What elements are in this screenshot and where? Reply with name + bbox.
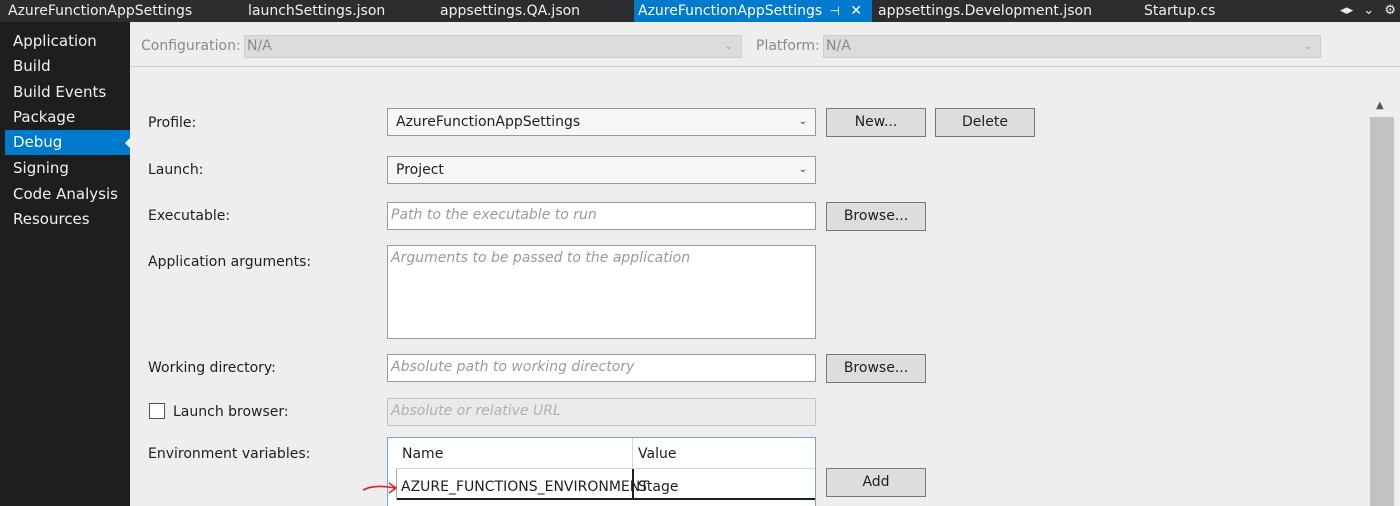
column-header-name[interactable]: Name bbox=[402, 446, 443, 462]
table-row[interactable]: AZURE_FUNCTIONS_ENVIRONMENT Stage bbox=[396, 469, 815, 500]
platform-select[interactable]: N/A ⌄ bbox=[823, 35, 1321, 58]
sidebar-item-label: Code Analysis bbox=[13, 185, 118, 203]
profile-value: AzureFunctionAppSettings bbox=[396, 114, 581, 130]
chevron-down-icon: ⌄ bbox=[798, 164, 807, 175]
property-pages-sidebar: Application Build Build Events Package D… bbox=[0, 22, 131, 506]
working-directory-label: Working directory: bbox=[148, 360, 276, 376]
sidebar-item-label: Application bbox=[13, 32, 97, 50]
tab-label: appsettings.QA.json bbox=[440, 3, 581, 19]
configuration-bar: Configuration: N/A ⌄ Platform: N/A ⌄ bbox=[130, 22, 1400, 67]
sidebar-item-label: Build bbox=[13, 57, 51, 75]
close-icon[interactable]: ✕ bbox=[850, 0, 862, 22]
tab-launchsettings[interactable]: launchSettings.json bbox=[240, 0, 432, 22]
tab-label: AzureFunctionAppSettings bbox=[8, 3, 193, 19]
configuration-value: N/A bbox=[247, 38, 272, 54]
chevron-down-icon: ⌄ bbox=[1303, 41, 1312, 52]
environment-variables-grid: Name Value AZURE_FUNCTIONS_ENVIRONMENT S… bbox=[387, 437, 816, 506]
add-env-variable-button[interactable]: Add bbox=[826, 468, 926, 497]
sidebar-item-label: Build Events bbox=[13, 83, 107, 101]
executable-placeholder: Path to the executable to run bbox=[391, 207, 597, 223]
delete-profile-button[interactable]: Delete bbox=[935, 108, 1035, 137]
launch-url-placeholder: Absolute or relative URL bbox=[391, 403, 561, 419]
vertical-scrollbar[interactable]: ▲ bbox=[1370, 100, 1394, 506]
tab-appsettings-qa[interactable]: appsettings.QA.json bbox=[432, 0, 634, 22]
tab-azurefunctionappsettings-1[interactable]: AzureFunctionAppSettings bbox=[0, 0, 240, 22]
executable-label: Executable: bbox=[148, 208, 231, 224]
sidebar-item-signing[interactable]: Signing bbox=[5, 156, 130, 181]
launch-browser-label: Launch browser: bbox=[173, 404, 289, 420]
profile-label: Profile: bbox=[148, 115, 197, 131]
annotation-arrow-icon bbox=[362, 482, 398, 494]
grid-header: Name Value bbox=[396, 438, 815, 469]
sidebar-item-label: Package bbox=[13, 108, 76, 126]
sidebar-item-label: Signing bbox=[13, 159, 69, 177]
environment-variables-label: Environment variables: bbox=[148, 446, 311, 462]
executable-input[interactable]: Path to the executable to run bbox=[387, 202, 816, 230]
scroll-up-icon[interactable]: ▲ bbox=[1376, 100, 1384, 111]
tab-label: AzureFunctionAppSettings bbox=[638, 3, 823, 19]
tab-appsettings-development[interactable]: appsettings.Development.json bbox=[872, 0, 1140, 22]
launch-label: Launch: bbox=[148, 162, 204, 178]
tab-label: Startup.cs bbox=[1144, 3, 1216, 19]
browse-executable-button[interactable]: Browse... bbox=[826, 202, 926, 231]
platform-value: N/A bbox=[826, 38, 851, 54]
column-divider bbox=[632, 469, 634, 500]
env-var-value-cell[interactable]: Stage bbox=[638, 479, 678, 495]
sidebar-item-label: Resources bbox=[13, 210, 90, 228]
working-directory-placeholder: Absolute path to working directory bbox=[391, 359, 635, 375]
tab-label: appsettings.Development.json bbox=[878, 3, 1092, 19]
env-var-name-cell[interactable]: AZURE_FUNCTIONS_ENVIRONMENT bbox=[401, 479, 649, 495]
sidebar-item-build[interactable]: Build bbox=[5, 54, 130, 79]
launch-select[interactable]: Project ⌄ bbox=[387, 156, 816, 184]
application-arguments-label: Application arguments: bbox=[148, 254, 312, 270]
sidebar-item-build-events[interactable]: Build Events bbox=[5, 80, 130, 105]
profile-select[interactable]: AzureFunctionAppSettings ⌄ bbox=[387, 108, 816, 136]
tab-strip-icons: ◂▸ ⌄ ⚙ bbox=[1334, 0, 1396, 22]
column-header-value[interactable]: Value bbox=[638, 446, 676, 462]
pin-icon[interactable]: ⊣ bbox=[830, 0, 840, 22]
tab-list-chevron-down-icon[interactable]: ⌄ bbox=[1363, 3, 1374, 18]
tab-startup-cs[interactable]: Startup.cs bbox=[1140, 0, 1300, 22]
configuration-label: Configuration: bbox=[141, 38, 241, 54]
sidebar-item-label: Debug bbox=[13, 133, 63, 151]
scroll-tabs-icon[interactable]: ◂▸ bbox=[1340, 3, 1353, 18]
tab-label: launchSettings.json bbox=[248, 3, 386, 19]
configuration-select[interactable]: N/A ⌄ bbox=[244, 35, 742, 58]
working-directory-input[interactable]: Absolute path to working directory bbox=[387, 354, 816, 382]
chevron-down-icon: ⌄ bbox=[798, 116, 807, 127]
document-tab-strip: AzureFunctionAppSettings launchSettings.… bbox=[0, 0, 1400, 22]
launch-value: Project bbox=[396, 162, 444, 178]
tab-azurefunctionappsettings-active[interactable]: AzureFunctionAppSettings ⊣ ✕ bbox=[634, 0, 872, 22]
sidebar-item-code-analysis[interactable]: Code Analysis bbox=[5, 182, 130, 207]
platform-label: Platform: bbox=[756, 38, 820, 54]
application-arguments-input[interactable]: Arguments to be passed to the applicatio… bbox=[387, 245, 816, 339]
chevron-down-icon: ⌄ bbox=[724, 41, 733, 52]
sidebar-item-resources[interactable]: Resources bbox=[5, 207, 130, 232]
column-divider[interactable] bbox=[632, 438, 633, 469]
launch-url-input[interactable]: Absolute or relative URL bbox=[387, 398, 816, 426]
launch-browser-checkbox[interactable] bbox=[149, 403, 165, 419]
scrollbar-thumb[interactable] bbox=[1370, 117, 1394, 506]
new-profile-button[interactable]: New... bbox=[826, 108, 926, 137]
sidebar-item-package[interactable]: Package bbox=[5, 105, 130, 130]
sidebar-item-debug[interactable]: Debug bbox=[5, 130, 131, 155]
browse-working-directory-button[interactable]: Browse... bbox=[826, 354, 926, 383]
gear-icon[interactable]: ⚙ bbox=[1384, 3, 1396, 18]
sidebar-item-application[interactable]: Application bbox=[5, 29, 130, 54]
application-arguments-placeholder: Arguments to be passed to the applicatio… bbox=[391, 250, 691, 266]
